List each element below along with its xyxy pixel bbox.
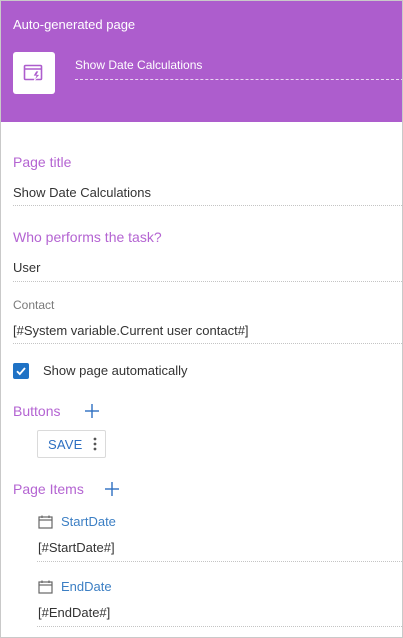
contact-label: Contact (13, 298, 55, 312)
show-page-checkbox[interactable] (13, 363, 29, 379)
end-date-item-value[interactable]: [#EndDate#] (38, 605, 110, 620)
start-date-divider (37, 561, 402, 562)
buttons-label: Buttons (13, 403, 61, 419)
page-items-label: Page Items (13, 481, 84, 497)
page-title-divider (13, 205, 402, 206)
contact-divider (13, 343, 402, 344)
show-page-label: Show page automatically (43, 363, 188, 378)
start-date-item-name[interactable]: StartDate (61, 514, 116, 529)
more-options-icon[interactable] (93, 437, 97, 451)
page-icon[interactable] (13, 52, 55, 94)
end-date-divider (37, 626, 402, 627)
save-button-label: SAVE (48, 437, 83, 452)
add-page-item-icon[interactable] (104, 481, 120, 497)
header-title: Auto-generated page (13, 17, 136, 32)
page-name[interactable]: Show Date Calculations (75, 58, 202, 72)
checkmark-icon (16, 367, 26, 376)
performer-divider (13, 281, 402, 282)
performer-label: Who performs the task? (13, 229, 162, 245)
page-title-field[interactable]: Show Date Calculations (13, 185, 151, 200)
calendar-icon (38, 515, 53, 529)
contact-field[interactable]: [#System variable.Current user contact#] (13, 323, 249, 338)
calendar-icon (38, 580, 53, 594)
page-name-underline (75, 79, 402, 80)
page-title-label: Page title (13, 154, 72, 170)
save-button[interactable]: SAVE (37, 430, 106, 458)
panel-header: Auto-generated page Show Date Calculatio… (1, 1, 402, 122)
add-button-icon[interactable] (84, 403, 100, 419)
end-date-item-name[interactable]: EndDate (61, 579, 112, 594)
start-date-item-value[interactable]: [#StartDate#] (38, 540, 115, 555)
page-settings-panel: Auto-generated page Show Date Calculatio… (0, 0, 403, 638)
performer-field[interactable]: User (13, 260, 40, 275)
